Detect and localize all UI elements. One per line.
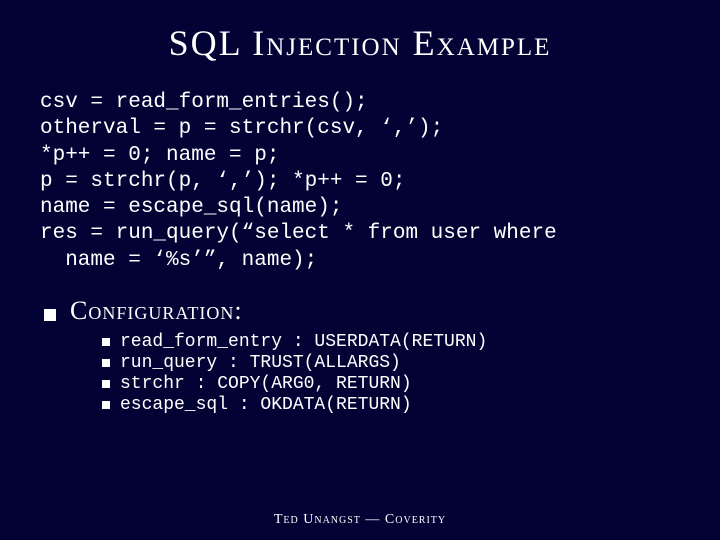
bullet-small-icon: [102, 359, 110, 367]
bullet-small-icon: [102, 380, 110, 388]
slide-title: SQL Injection Example: [40, 22, 680, 64]
bullet-small-icon: [102, 401, 110, 409]
config-label: Configuration:: [70, 296, 243, 326]
bullet-small-icon: [102, 338, 110, 346]
code-line: p = strchr(p, ‘,’); *p++ = 0;: [40, 170, 405, 193]
slide: SQL Injection Example csv = read_form_en…: [0, 0, 720, 540]
config-item-text: strchr : COPY(ARG0, RETURN): [120, 374, 412, 394]
list-item: run_query : TRUST(ALLARGS): [102, 353, 680, 373]
list-item: escape_sql : OKDATA(RETURN): [102, 395, 680, 415]
list-item: strchr : COPY(ARG0, RETURN): [102, 374, 680, 394]
config-section-header: Configuration:: [40, 296, 680, 326]
code-line: res = run_query(“select * from user wher…: [40, 222, 557, 245]
bullet-square-icon: [44, 309, 56, 321]
code-line: *p++ = 0; name = p;: [40, 144, 279, 167]
config-item-text: read_form_entry : USERDATA(RETURN): [120, 332, 487, 352]
config-item-text: escape_sql : OKDATA(RETURN): [120, 395, 412, 415]
slide-footer: Ted Unangst — Coverity: [0, 512, 720, 528]
code-line: name = ‘%s’”, name);: [40, 249, 317, 272]
list-item: read_form_entry : USERDATA(RETURN): [102, 332, 680, 352]
code-line: otherval = p = strchr(csv, ‘,’);: [40, 117, 443, 140]
config-list: read_form_entry : USERDATA(RETURN) run_q…: [40, 332, 680, 415]
code-line: csv = read_form_entries();: [40, 91, 368, 114]
config-item-text: run_query : TRUST(ALLARGS): [120, 353, 401, 373]
code-block: csv = read_form_entries(); otherval = p …: [40, 90, 680, 274]
code-line: name = escape_sql(name);: [40, 196, 342, 219]
